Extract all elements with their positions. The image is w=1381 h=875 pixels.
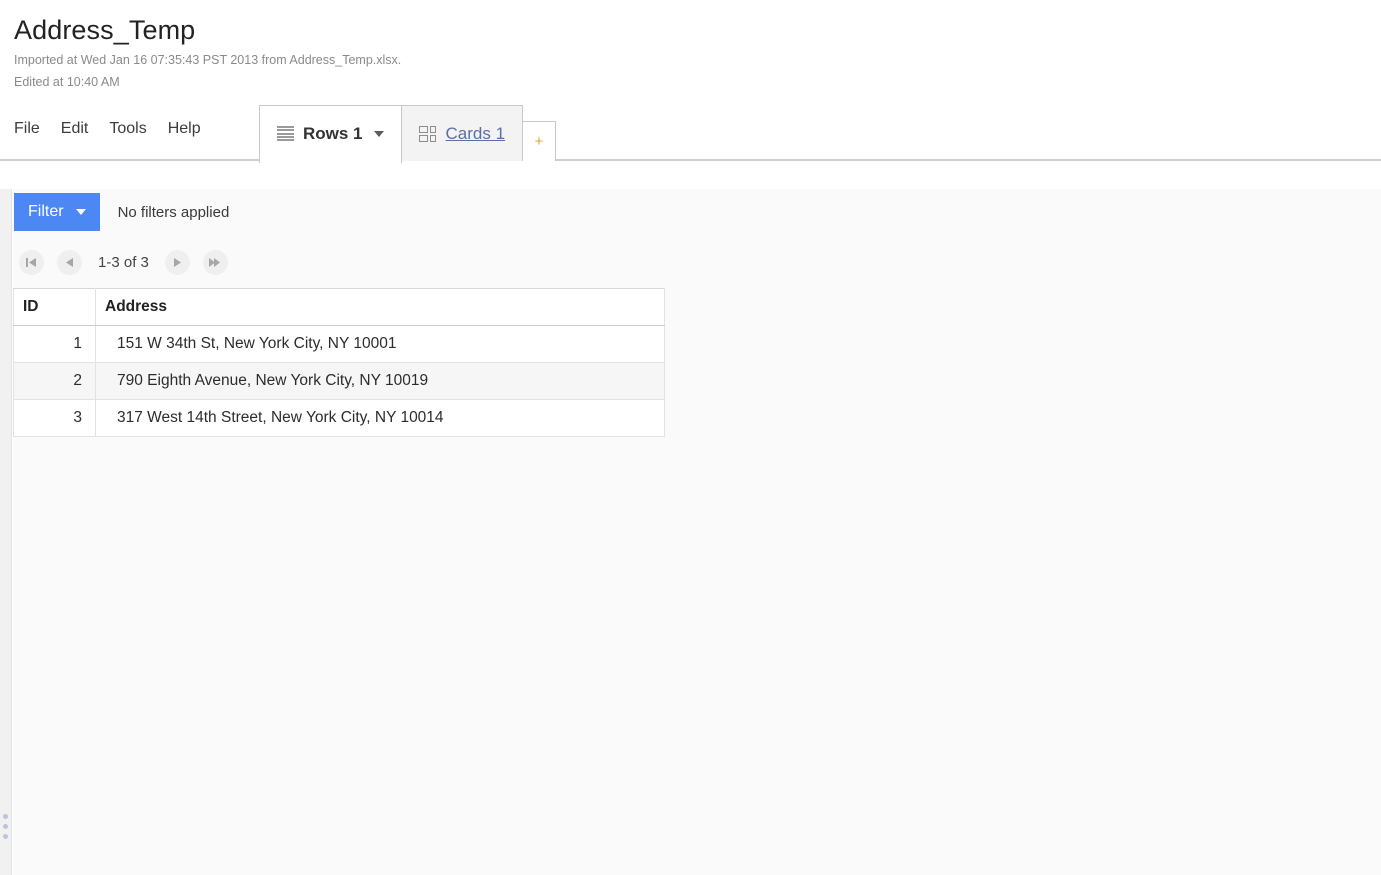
resize-handle[interactable]: [3, 814, 9, 839]
table-row[interactable]: 3 317 West 14th Street, New York City, N…: [13, 399, 665, 437]
chevron-down-icon: [75, 209, 86, 215]
first-page-button[interactable]: [19, 249, 44, 275]
cell-address[interactable]: 790 Eighth Avenue, New York City, NY 100…: [95, 362, 665, 400]
tab-rows-1[interactable]: Rows 1: [259, 105, 402, 163]
table-header: ID Address: [13, 288, 665, 326]
menu-item-file[interactable]: File: [14, 119, 40, 139]
menu-item-tools[interactable]: Tools: [109, 119, 146, 139]
table-row[interactable]: 1 151 W 34th St, New York City, NY 10001: [13, 325, 665, 363]
tab-cards-1-label: Cards 1: [445, 123, 506, 143]
page-title: Address_Temp: [14, 15, 196, 45]
filter-button-label: Filter: [28, 203, 64, 220]
edited-info: Edited at 10:40 AM: [14, 75, 120, 89]
pagination-range-label: 1-3 of 3: [98, 253, 149, 271]
add-tab-button[interactable]: +: [522, 121, 557, 161]
menu-item-help[interactable]: Help: [168, 119, 201, 139]
skip-to-first-icon: [25, 257, 38, 268]
imported-info: Imported at Wed Jan 16 07:35:43 PST 2013…: [14, 53, 402, 67]
next-icon: [172, 257, 183, 268]
tab-cards-1[interactable]: Cards 1: [400, 105, 524, 161]
app-root: Address_Temp Imported at Wed Jan 16 07:3…: [0, 0, 1381, 875]
menu-item-edit[interactable]: Edit: [61, 119, 89, 139]
next-page-button[interactable]: [164, 249, 190, 275]
filter-button[interactable]: Filter: [14, 193, 100, 231]
filter-toolbar: Filter No filters applied: [14, 192, 229, 232]
last-page-button[interactable]: [202, 249, 228, 275]
menu-tab-bar: File Edit Tools Help Rows 1 Cards 1 +: [0, 103, 1381, 163]
tab-rows-1-label: Rows 1: [303, 123, 363, 143]
document-header: Address_Temp Imported at Wed Jan 16 07:3…: [0, 0, 1381, 91]
left-gutter: [0, 189, 12, 875]
filter-status-text: No filters applied: [117, 203, 230, 221]
data-table: ID Address 1 151 W 34th St, New York Cit…: [13, 288, 665, 437]
data-table-container: ID Address 1 151 W 34th St, New York Cit…: [13, 288, 665, 437]
cell-id[interactable]: 2: [13, 362, 96, 400]
chevron-down-icon[interactable]: [373, 130, 384, 137]
cell-id[interactable]: 3: [13, 399, 96, 437]
tab-strip: Rows 1 Cards 1 +: [259, 103, 557, 163]
cell-address[interactable]: 317 West 14th Street, New York City, NY …: [95, 399, 665, 437]
skip-to-last-icon: [208, 257, 222, 268]
table-header-row: ID Address: [13, 288, 665, 326]
previous-icon: [64, 257, 75, 268]
menu-bar: File Edit Tools Help: [14, 119, 201, 139]
cell-id[interactable]: 1: [13, 325, 96, 363]
column-header-address[interactable]: Address: [95, 288, 665, 326]
main-content: Filter No filters applied 1-3 of 3 ID Ad…: [13, 189, 1381, 875]
cell-address[interactable]: 151 W 34th St, New York City, NY 10001: [95, 325, 665, 363]
table-row[interactable]: 2 790 Eighth Avenue, New York City, NY 1…: [13, 362, 665, 400]
rows-icon: [277, 125, 294, 142]
previous-page-button[interactable]: [57, 249, 82, 275]
column-header-id[interactable]: ID: [13, 288, 96, 326]
table-body: 1 151 W 34th St, New York City, NY 10001…: [13, 325, 665, 437]
pagination-controls: 1-3 of 3: [19, 247, 241, 277]
cards-icon: [418, 125, 437, 142]
